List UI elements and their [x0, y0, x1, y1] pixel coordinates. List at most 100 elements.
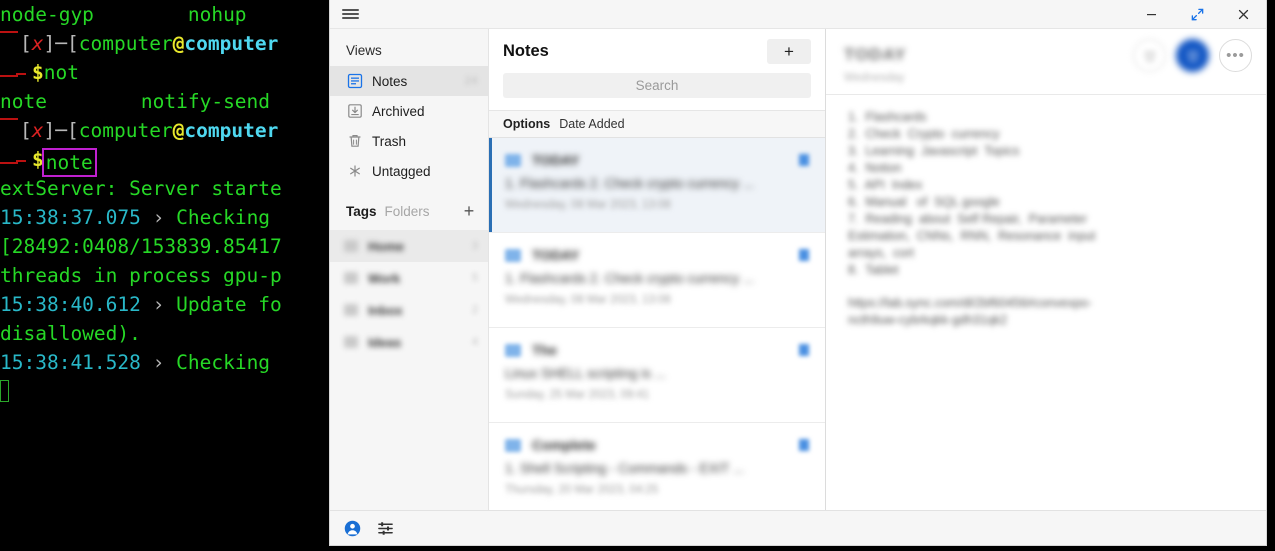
minimize-button[interactable]	[1128, 0, 1174, 28]
options-button[interactable]: Options	[503, 117, 550, 131]
terminal-text: 15:38:41.528	[0, 351, 141, 374]
more-options-button[interactable]: •••	[1219, 39, 1252, 72]
account-icon[interactable]	[344, 520, 361, 537]
note-title: The	[532, 342, 557, 358]
tag-count: 5	[471, 272, 478, 284]
sidebar-item-notes[interactable]: Notes 24	[330, 66, 488, 96]
terminal-text: 15:38:40.612	[0, 293, 141, 316]
tag-icon	[344, 304, 358, 316]
terminal-text: computer	[184, 119, 279, 142]
note-list-pane: Notes + Search Options Date Added TODAY …	[489, 29, 826, 510]
terminal-text: computer	[78, 119, 173, 142]
note-type-icon	[505, 438, 521, 452]
options-bar: Options Date Added	[489, 111, 825, 138]
editor-content[interactable]: 1. Flashcards 2. Check Crypto currency 3…	[826, 95, 1266, 510]
terminal-text: node-gyp	[0, 3, 94, 26]
sidebar-item-label: Trash	[372, 133, 407, 149]
tag-count: 3	[471, 240, 478, 252]
tag-icon	[344, 272, 358, 284]
terminal-text: Checking	[176, 351, 271, 374]
note-type-icon	[505, 343, 521, 357]
terminal-text: Checking	[176, 206, 271, 229]
note-type-icon	[505, 153, 521, 167]
notes-app-window: Views Notes 24 Archived Trash Untagged T…	[330, 0, 1266, 545]
sidebar-filler	[330, 358, 488, 510]
editor-footer-line: https://lab.sync.com/dl/2bf60456#convexp…	[848, 296, 1092, 310]
terminal-text: [	[20, 32, 32, 55]
note-flag-icon[interactable]	[799, 439, 809, 451]
sidebar-item-trash[interactable]: Trash	[330, 126, 488, 156]
close-button[interactable]	[1220, 0, 1266, 28]
sidebar-item-count: 24	[464, 75, 478, 87]
add-tag-icon[interactable]: +	[458, 200, 480, 222]
note-title-row: TODAY	[505, 247, 809, 263]
terminal-text: ─	[55, 119, 67, 142]
table-row[interactable]: TODAY 1. Flashcards 2. Check crypto curr…	[489, 138, 825, 233]
sidebar-item-untagged[interactable]: Untagged	[330, 156, 488, 186]
note-rows[interactable]: TODAY 1. Flashcards 2. Check crypto curr…	[489, 138, 825, 510]
terminal-text: ›	[140, 351, 177, 374]
tag-count: 2	[471, 304, 478, 316]
terminal-text: threads in process gpu-p	[0, 264, 282, 287]
terminal-text: ›	[140, 206, 177, 229]
note-title-row: Complete	[505, 437, 809, 453]
editor-spacer	[848, 279, 1246, 295]
untagged-icon	[346, 163, 363, 180]
sidebar-item-label: Untagged	[372, 163, 431, 179]
delete-button[interactable]	[1176, 39, 1209, 72]
maximize-button[interactable]	[1174, 0, 1220, 28]
editor-header: TODAY Wednesday •••	[826, 29, 1266, 95]
delete-outline-button[interactable]	[1133, 39, 1166, 72]
terminal-text: x	[31, 32, 44, 55]
list-item[interactable]: Work 5	[330, 262, 488, 294]
note-list-title-row: Notes +	[503, 29, 811, 73]
bottom-toolbar	[330, 510, 1266, 545]
terminal-text: $	[32, 61, 44, 84]
list-item[interactable]: Inbox 2	[330, 294, 488, 326]
note-date: Wednesday, 08 Mar 2023, 13:08	[505, 199, 671, 211]
editor-action-buttons: •••	[1133, 39, 1252, 72]
terminal-text: [	[67, 32, 79, 55]
terminal-text: note	[0, 90, 47, 113]
note-title: TODAY	[532, 152, 580, 168]
tag-label: Work	[368, 270, 401, 286]
note-flag-icon[interactable]	[799, 344, 809, 356]
minimize-icon	[1146, 13, 1156, 15]
sort-order-value[interactable]: Date Added	[559, 117, 624, 131]
terminal-text: Update fo	[176, 293, 282, 316]
more-options-icon: •••	[1226, 47, 1245, 64]
terminal-text: [28492:0408/153839.85417	[0, 235, 282, 258]
archive-icon	[346, 103, 363, 120]
sidebar-item-archived[interactable]: Archived	[330, 96, 488, 126]
note-list-header: Notes + Search	[489, 29, 825, 111]
hamburger-menu-icon[interactable]	[330, 0, 370, 28]
terminal-text: ]	[43, 119, 56, 142]
note-title-row: TODAY	[505, 152, 809, 168]
terminal-text: nohup	[187, 3, 247, 26]
list-item[interactable]: Ideas 4	[330, 326, 488, 358]
list-item[interactable]: Home 3	[330, 230, 488, 262]
sidebar-item-label: Archived	[372, 103, 425, 119]
editor-line: 1. Flashcards	[848, 110, 927, 124]
settings-sliders-icon[interactable]	[377, 520, 394, 537]
note-date: Sunday, 25 Mar 2023, 09:41	[505, 389, 650, 401]
prompt-elbow	[0, 31, 18, 47]
table-row[interactable]: Complete 1. Shell Scripting - Commands -…	[489, 423, 825, 510]
add-note-button[interactable]: +	[767, 38, 811, 64]
note-title-row: The	[505, 342, 809, 358]
window-titlebar	[330, 0, 1266, 29]
table-row[interactable]: The Linux SHELL scripting is ... Sunday,…	[489, 328, 825, 423]
terminal-text: disallowed).	[0, 322, 141, 345]
editor-line: 2. Check Crypto currency	[848, 127, 1000, 141]
tab-folders[interactable]: Folders	[385, 204, 430, 219]
screen: node-gyp nohup [x]─[computer@computer $not…	[0, 0, 1275, 551]
search-input[interactable]: Search	[503, 73, 811, 98]
editor-line: 5. API Index	[848, 178, 923, 192]
terminal-text: computer	[78, 32, 173, 55]
note-flag-icon[interactable]	[799, 154, 809, 166]
table-row[interactable]: TODAY 1. Flashcards 2. Check crypto curr…	[489, 233, 825, 328]
note-flag-icon[interactable]	[799, 249, 809, 261]
terminal-text: ›	[140, 293, 177, 316]
tab-tags[interactable]: Tags	[346, 204, 377, 219]
